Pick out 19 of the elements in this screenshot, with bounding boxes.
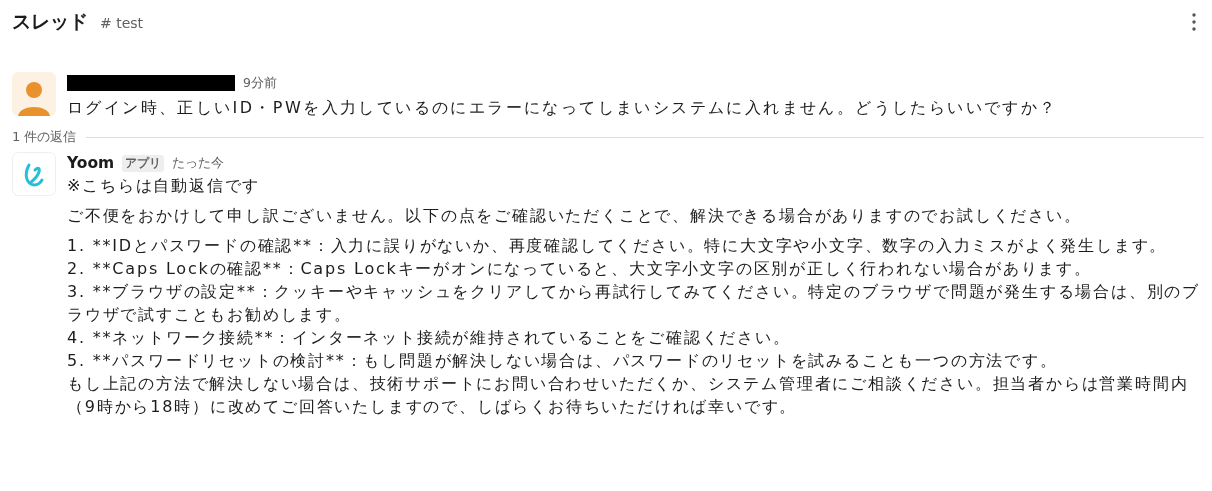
app-badge: アプリ xyxy=(122,154,165,172)
message-text: ログイン時、正しいID・PWを入力しているのにエラーになってしまいシステムに入れません。どうしたらいいですか？ xyxy=(67,97,1059,119)
message-text: ※こちらは自動返信です xyxy=(67,175,262,197)
more-options-icon[interactable] xyxy=(1192,13,1196,31)
message-time[interactable]: 9分前 xyxy=(243,74,277,92)
app-logo-icon xyxy=(12,152,56,196)
message-text: 1. **IDとパスワードの確認**：入力に誤りがないか、再度確認してください。特に大文字や小文字、数字の入力ミスがよく発生します。 xyxy=(67,235,1169,257)
message-text: 4. **ネットワーク接続**：インターネット接続が維持されていることをご確認ください。 xyxy=(67,327,792,349)
message-text: 2. **Caps Lockの確認**：Caps Lockキーがオンになっていると、大文字小文字の区別が正しく行われない場合があります。 xyxy=(67,258,1093,280)
message-time[interactable]: たった今 xyxy=(172,154,225,172)
channel-name[interactable]: # test xyxy=(100,15,144,31)
reply-count: 1 件の返信 xyxy=(12,128,77,146)
thread-title: スレッド xyxy=(12,9,88,34)
message-text: もし上記の方法で解決しない場合は、技術サポートにお問い合わせいただくか、システム管理者にご相談ください。担当者からは営業時間内（9時から18時）に改めてご回答いたしますので、しばらくお待ちいただければ幸いです。 xyxy=(67,373,1190,418)
user-avatar-icon xyxy=(12,72,56,116)
author-name[interactable]: Yoom xyxy=(67,154,115,172)
message-text: 5. **パスワードリセットの検討**：もし問題が解決しない場合は、パスワードのリセットを試みることも一つの方法です。 xyxy=(67,350,1059,372)
message-text: 3. **ブラウザの設定**：クッキーやキャッシュをクリアしてから再試行してみてください。特定のブラウザで問題が発生する場合は、別のブラウザで試すこともお勧めします。 xyxy=(67,281,1201,326)
message-text: ご不便をおかけして申し訳ございません。以下の点をご確認いただくことで、解決できる場合がありますのでお試しください。 xyxy=(67,205,1083,227)
